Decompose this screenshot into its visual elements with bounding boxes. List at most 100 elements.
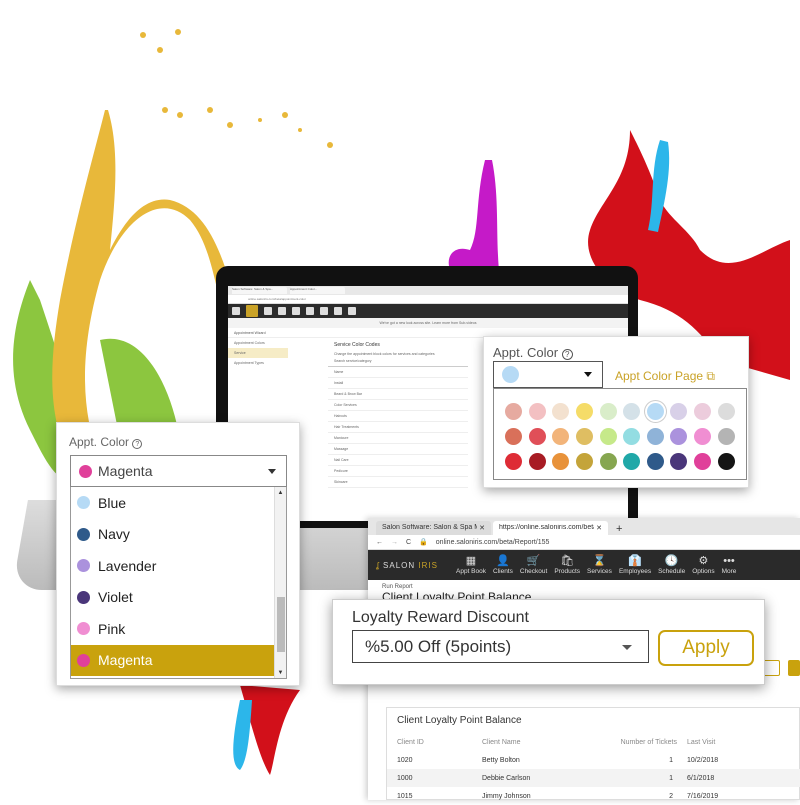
color-swatch[interactable]: [717, 403, 735, 420]
appt-color-select[interactable]: [493, 361, 603, 388]
color-swatch[interactable]: [646, 428, 664, 445]
clock-icon[interactable]: [334, 307, 342, 315]
loyalty-discount-select[interactable]: %5.00 Off (5points): [352, 630, 649, 663]
nav-services[interactable]: ⌛ Services: [587, 555, 612, 575]
color-swatch[interactable]: [694, 453, 712, 470]
sidebar-item[interactable]: Appointment Types: [228, 358, 288, 368]
color-swatch[interactable]: [670, 453, 688, 470]
color-swatch[interactable]: [528, 453, 546, 470]
color-swatch[interactable]: [552, 428, 570, 445]
color-swatch[interactable]: [505, 453, 523, 470]
table-row[interactable]: Color Services: [328, 400, 468, 411]
question-circle-icon[interactable]: ?: [132, 439, 143, 449]
color-swatch[interactable]: [694, 403, 712, 420]
table-row[interactable]: 1020 Betty Bolton 1 10/2/2018: [387, 751, 800, 769]
col-client-name[interactable]: Client Name: [472, 733, 582, 751]
color-swatch[interactable]: [623, 453, 641, 470]
col-client-id[interactable]: Client ID: [387, 733, 472, 751]
color-option-magenta[interactable]: Magenta: [71, 644, 274, 676]
nav-checkout[interactable]: 🛒 Checkout: [520, 555, 547, 575]
table-row[interactable]: Nail Care: [328, 455, 468, 466]
mini-url-bar[interactable]: online.saloniris.com/beta/appointment-co…: [228, 295, 628, 304]
salon-iris-logo[interactable]: ʆ SALON IRIS: [376, 561, 456, 570]
close-icon[interactable]: ✕: [596, 524, 602, 532]
color-swatch[interactable]: [646, 453, 664, 470]
question-circle-icon[interactable]: ?: [561, 349, 573, 360]
color-swatch[interactable]: [623, 403, 641, 420]
nav-clients[interactable]: 👤 Clients: [493, 555, 513, 575]
appt-color-page-link[interactable]: Appt Color Page ⧉: [615, 369, 715, 384]
clients-icon[interactable]: [264, 307, 272, 315]
color-option-lavender[interactable]: Lavender: [71, 550, 274, 582]
appt-color-select[interactable]: Magenta: [70, 455, 287, 487]
color-swatch[interactable]: [599, 453, 617, 470]
new-tab-button[interactable]: +: [610, 523, 628, 535]
breadcrumb[interactable]: Run Report: [368, 580, 800, 590]
browser-tab-active[interactable]: https://online.saloniris.com/beta ✕: [493, 521, 608, 535]
employee-icon[interactable]: [320, 307, 328, 315]
color-option-navy[interactable]: Navy: [71, 519, 274, 551]
print-button[interactable]: [788, 660, 800, 676]
mini-tab[interactable]: Appointment Color...: [290, 287, 345, 294]
color-swatch[interactable]: [505, 403, 523, 420]
color-option-pink[interactable]: Pink: [71, 613, 274, 645]
back-icon[interactable]: ←: [376, 539, 383, 546]
hourglass-icon[interactable]: [306, 307, 314, 315]
table-row[interactable]: 1000 Debbie Carlson 1 6/1/2018: [387, 769, 800, 787]
nav-employees[interactable]: 👔 Employees: [619, 555, 651, 575]
color-swatch[interactable]: [717, 428, 735, 445]
color-swatch[interactable]: [717, 453, 735, 470]
color-option-violet[interactable]: Violet: [71, 582, 274, 614]
scrollbar-thumb[interactable]: [277, 597, 285, 652]
url-input[interactable]: online.saloniris.com/beta/Report/155: [436, 539, 550, 546]
table-row[interactable]: Beard & Brow Bar: [328, 389, 468, 400]
color-swatch[interactable]: [694, 428, 712, 445]
color-swatch[interactable]: [576, 403, 594, 420]
table-row[interactable]: Pedicure: [328, 466, 468, 477]
color-option-blue[interactable]: Blue: [71, 487, 274, 519]
color-swatch[interactable]: [599, 428, 617, 445]
gear-icon[interactable]: [348, 307, 356, 315]
table-row[interactable]: Install: [328, 378, 468, 389]
sidebar-item[interactable]: Appointment Colors: [228, 338, 288, 348]
color-swatch[interactable]: [670, 403, 688, 420]
close-icon[interactable]: ✕: [479, 524, 485, 532]
nav-more[interactable]: ••• More: [722, 555, 737, 575]
scrollbar[interactable]: ▲ ▼: [274, 487, 286, 678]
sidebar-item[interactable]: Service: [228, 348, 288, 358]
color-swatch[interactable]: [552, 453, 570, 470]
nav-schedule[interactable]: 🕓 Schedule: [658, 555, 685, 575]
color-swatch-selected[interactable]: [646, 403, 664, 420]
table-row[interactable]: Skincare: [328, 477, 468, 488]
cart-icon[interactable]: [278, 307, 286, 315]
color-swatch[interactable]: [599, 403, 617, 420]
table-row[interactable]: Massage: [328, 444, 468, 455]
bag-icon[interactable]: [292, 307, 300, 315]
table-row[interactable]: Haircuts: [328, 411, 468, 422]
table-row[interactable]: Manicure: [328, 433, 468, 444]
color-swatch[interactable]: [623, 428, 641, 445]
color-swatch[interactable]: [576, 428, 594, 445]
scroll-up-icon[interactable]: ▲: [275, 487, 286, 496]
color-swatch[interactable]: [552, 403, 570, 420]
appt-book-icon[interactable]: [246, 305, 258, 317]
nav-products[interactable]: 🛍 Products: [554, 555, 580, 575]
color-swatch[interactable]: [528, 403, 546, 420]
nav-appt-book[interactable]: ▦ Appt Book: [456, 555, 486, 575]
nav-options[interactable]: ⚙ Options: [692, 555, 714, 575]
scroll-down-icon[interactable]: ▼: [275, 670, 286, 676]
browser-tab[interactable]: Salon Software: Salon & Spa Ma ✕: [376, 521, 491, 535]
mini-tab[interactable]: Salon Software: Salon & Spa...: [232, 287, 287, 294]
col-loyalty[interactable]: Loy: [787, 733, 800, 751]
color-swatch[interactable]: [670, 428, 688, 445]
table-row[interactable]: Hair Treatments: [328, 422, 468, 433]
forward-icon[interactable]: →: [391, 539, 398, 546]
table-row[interactable]: 1015 Jimmy Johnson 2 7/16/2019: [387, 787, 800, 805]
col-tickets[interactable]: Number of Tickets: [582, 733, 677, 751]
color-swatch[interactable]: [528, 428, 546, 445]
color-swatch[interactable]: [505, 428, 523, 445]
apply-button[interactable]: Apply: [658, 630, 754, 666]
search-input[interactable]: Search service/category: [328, 356, 468, 367]
col-last-visit[interactable]: Last Visit: [677, 733, 787, 751]
reload-icon[interactable]: C: [406, 539, 411, 546]
